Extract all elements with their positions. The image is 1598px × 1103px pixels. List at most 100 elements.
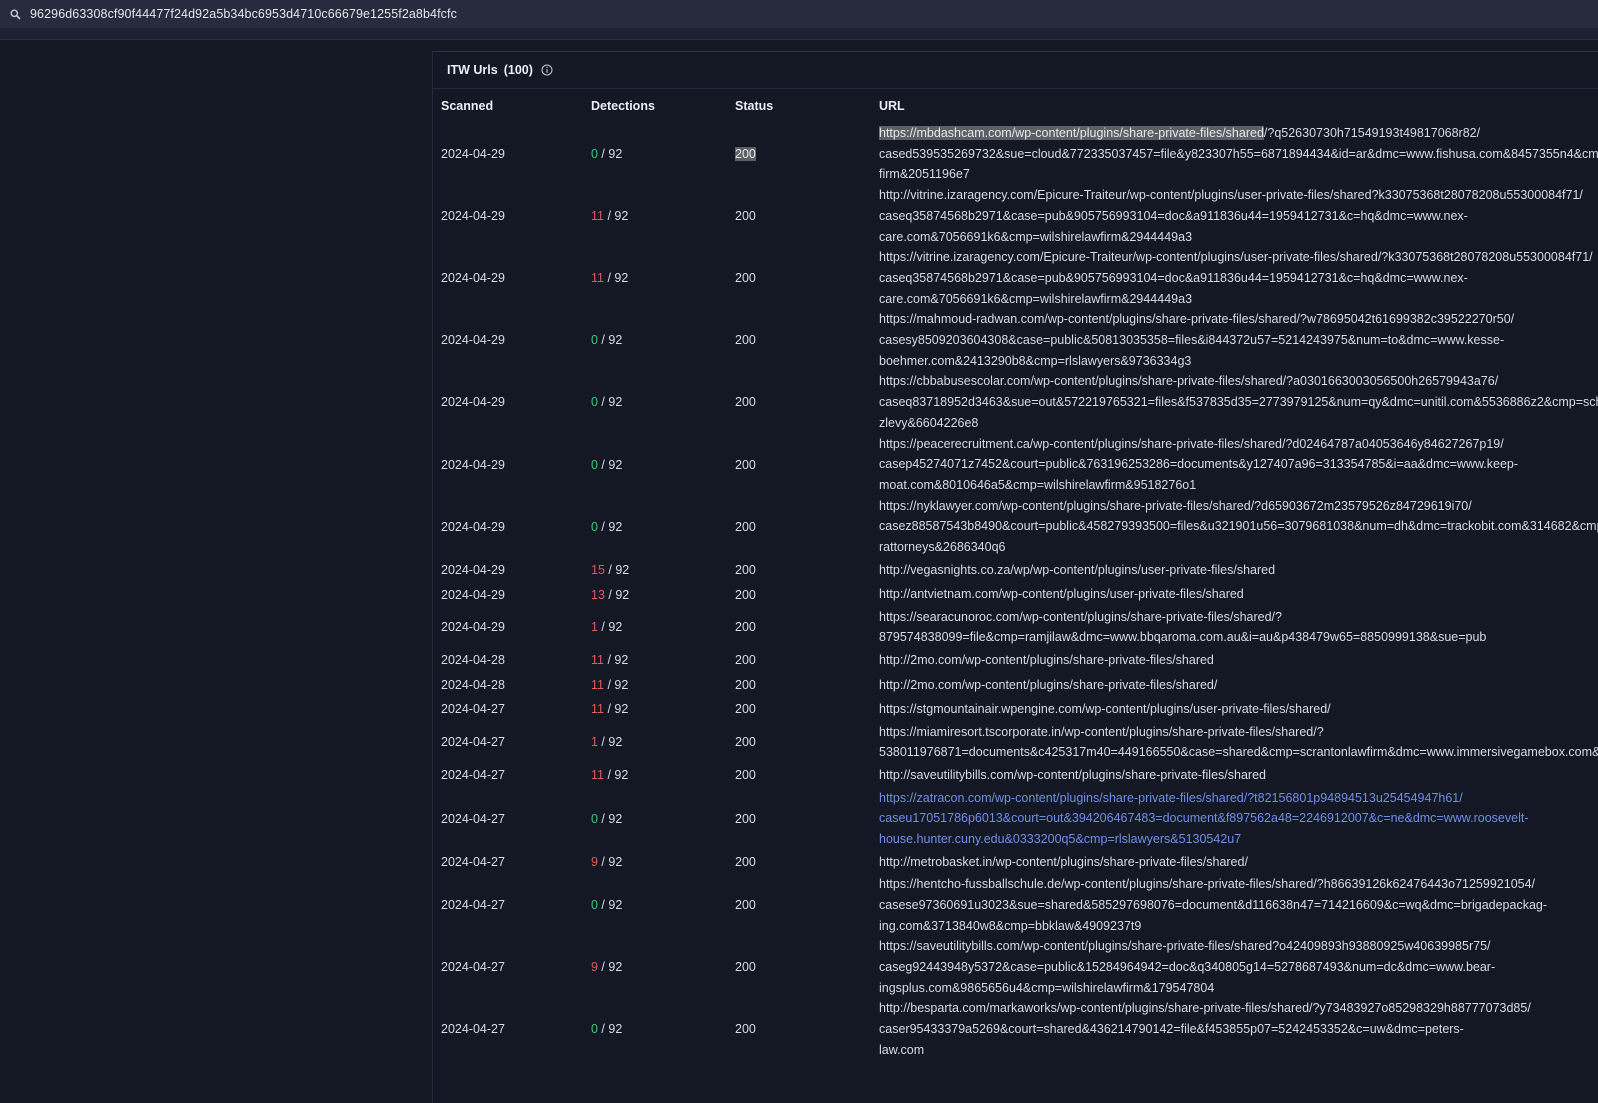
url-text-line[interactable]: http://antvietnam.com/wp-content/plugins… — [879, 584, 1598, 605]
table-row[interactable]: 2024-04-27 11 / 92 200 https://stgmountaina… — [433, 697, 1598, 722]
status-value: 200 — [735, 702, 756, 717]
url-text-line[interactable]: zlevy&6604226e8 — [879, 413, 1598, 434]
url-cell[interactable]: http://antvietnam.com/wp-content/plugins… — [879, 582, 1598, 607]
url-text-line[interactable]: rattorneys&2686340q6 — [879, 537, 1598, 558]
url-text-line[interactable]: https://peacerecruitment.ca/wp-content/p… — [879, 434, 1598, 455]
table-row[interactable]: 2024-04-27 11 / 92 200 http://saveutilitybi… — [433, 763, 1598, 788]
url-text-line[interactable]: firm&2051196e7 — [879, 164, 1598, 185]
table-row[interactable]: 2024-04-29 1 / 92 200 https://searacunoroc.… — [433, 607, 1598, 648]
url-text-line[interactable]: caseg92443948y5372&case=public&152849649… — [879, 957, 1598, 978]
url-text-line[interactable]: caser95433379a5269&court=shared&43621479… — [879, 1019, 1598, 1040]
url-cell[interactable]: http://2mo.com/wp-content/plugins/share-… — [879, 673, 1598, 698]
table-row[interactable]: 2024-04-29 13 / 92 200 http://antvietnam.co… — [433, 582, 1598, 607]
scanned-date: 2024-04-27 — [441, 702, 505, 717]
url-text-line[interactable]: http://2mo.com/wp-content/plugins/share-… — [879, 650, 1598, 671]
url-cell[interactable]: http://besparta.com/markaworks/wp-conten… — [879, 998, 1598, 1060]
url-text-line[interactable]: caseq35874568b2971&case=pub&905756993104… — [879, 206, 1598, 227]
url-text-line[interactable]: https://cbbabusescolar.com/wp-content/pl… — [879, 371, 1598, 392]
url-text-line[interactable]: ing.com&3713840w8&cmp=bbklaw&4909237t9 — [879, 916, 1598, 937]
url-text-line[interactable]: care.com&7056691k6&cmp=wilshirelawfirm&2… — [879, 227, 1598, 248]
detections-cell: 0 / 92 — [591, 874, 735, 936]
url-cell[interactable]: http://2mo.com/wp-content/plugins/share-… — [879, 648, 1598, 673]
url-text-line[interactable]: https://stgmountainair.wpengine.com/wp-c… — [879, 699, 1598, 720]
url-cell[interactable]: http://saveutilitybills.com/wp-content/p… — [879, 763, 1598, 788]
table-row[interactable]: 2024-04-29 11 / 92 200 https://vitrine.izar… — [433, 247, 1598, 309]
url-cell[interactable]: https://mbdashcam.com/wp-content/plugins… — [879, 123, 1598, 185]
url-text-line[interactable]: http://2mo.com/wp-content/plugins/share-… — [879, 675, 1598, 696]
table-row[interactable]: 2024-04-27 9 / 92 200 https://saveutilitybi… — [433, 936, 1598, 998]
url-text-line[interactable]: https://hentcho-fussballschule.de/wp-con… — [879, 874, 1598, 895]
itw-urls-table: Scanned Detections Status URL 2024-04-29… — [433, 89, 1598, 1061]
url-text-line[interactable]: casep45274071z7452&court=public&76319625… — [879, 454, 1598, 475]
info-icon[interactable] — [541, 64, 553, 76]
url-cell[interactable]: https://searacunoroc.com/wp-content/plug… — [879, 607, 1598, 648]
url-cell[interactable]: https://vitrine.izaragency.com/Epicure-T… — [879, 247, 1598, 309]
url-cell[interactable]: https://hentcho-fussballschule.de/wp-con… — [879, 874, 1598, 936]
url-text-line[interactable]: caseu17051786p6013&court=out&39420646748… — [879, 808, 1598, 829]
table-row[interactable]: 2024-04-29 0 / 92 200 https://peacerecruitm… — [433, 434, 1598, 496]
column-header-status[interactable]: Status — [735, 89, 879, 123]
url-text-line[interactable]: https://nyklawyer.com/wp-content/plugins… — [879, 496, 1598, 517]
url-text-line[interactable]: casesy8509203604308&case=public&50813035… — [879, 330, 1598, 351]
url-text-line[interactable]: https://searacunoroc.com/wp-content/plug… — [879, 607, 1598, 628]
url-cell[interactable]: https://miamiresort.tscorporate.in/wp-co… — [879, 722, 1598, 763]
url-text-line[interactable]: house.hunter.cuny.edu&0333200q5&cmp=rlsl… — [879, 829, 1598, 850]
table-row[interactable]: 2024-04-28 11 / 92 200 http://2mo.com/wp-co… — [433, 673, 1598, 698]
url-text-line[interactable]: moat.com&8010646a5&cmp=wilshirelawfirm&9… — [879, 475, 1598, 496]
column-header-detections[interactable]: Detections — [591, 89, 735, 123]
table-row[interactable]: 2024-04-27 0 / 92 200 https://zatracon.com/… — [433, 788, 1598, 850]
url-text-line[interactable]: cased539535269732&sue=cloud&772335037457… — [879, 144, 1598, 165]
url-text-line[interactable]: care.com&7056691k6&cmp=wilshirelawfirm&2… — [879, 289, 1598, 310]
table-row[interactable]: 2024-04-29 11 / 92 200 http://vitrine.izara… — [433, 185, 1598, 247]
table-row[interactable]: 2024-04-29 0 / 92 200 https://nyklawyer.com… — [433, 496, 1598, 558]
url-cell[interactable]: http://vegasnights.co.za/wp/wp-content/p… — [879, 558, 1598, 583]
detections-cell: 0 / 92 — [591, 496, 735, 558]
url-text-line[interactable]: http://vitrine.izaragency.com/Epicure-Tr… — [879, 185, 1598, 206]
url-text-line[interactable]: casez88587543b8490&court=public&45827939… — [879, 516, 1598, 537]
url-text-line[interactable]: boehmer.com&2413290b8&cmp=rlslawyers&973… — [879, 351, 1598, 372]
detections-cell: 0 / 92 — [591, 998, 735, 1060]
table-row[interactable]: 2024-04-29 0 / 92 200 https://mahmoud-radwa… — [433, 309, 1598, 371]
table-row[interactable]: 2024-04-27 9 / 92 200 http://metrobasket.in… — [433, 850, 1598, 875]
table-row[interactable]: 2024-04-29 15 / 92 200 http://vegasnights.c… — [433, 558, 1598, 583]
table-row[interactable]: 2024-04-27 0 / 92 200 http://besparta.com/m… — [433, 998, 1598, 1060]
url-cell[interactable]: https://peacerecruitment.ca/wp-content/p… — [879, 434, 1598, 496]
table-row[interactable]: 2024-04-27 0 / 92 200 https://hentcho-fussb… — [433, 874, 1598, 936]
url-text-line[interactable]: ingsplus.com&9865656u4&cmp=wilshirelawfi… — [879, 978, 1598, 999]
table-row[interactable]: 2024-04-29 0 / 92 200 https://cbbabusescola… — [433, 371, 1598, 433]
url-cell[interactable]: https://cbbabusescolar.com/wp-content/pl… — [879, 371, 1598, 433]
url-text-line[interactable]: law.com — [879, 1040, 1598, 1061]
url-text-line[interactable]: https://vitrine.izaragency.com/Epicure-T… — [879, 247, 1598, 268]
table-row[interactable]: 2024-04-28 11 / 92 200 http://2mo.com/wp-co… — [433, 648, 1598, 673]
detections-count: 9 — [591, 960, 598, 975]
panel-header: ITW Urls (100) — [433, 52, 1598, 89]
search-icon[interactable] — [0, 0, 30, 28]
table-row[interactable]: 2024-04-29 0 / 92 200 https://mbdashcam.com… — [433, 123, 1598, 185]
search-hash-value[interactable]: 96296d63308cf90f44477f24d92a5b34bc6953d4… — [30, 7, 457, 21]
url-text-line[interactable]: casese97360691u3023&sue=shared&585297698… — [879, 895, 1598, 916]
url-text-line[interactable]: https://mbdashcam.com/wp-content/plugins… — [879, 123, 1598, 144]
url-text-line[interactable]: http://vegasnights.co.za/wp/wp-content/p… — [879, 560, 1598, 581]
column-header-scanned[interactable]: Scanned — [433, 89, 591, 123]
url-text-line[interactable]: 538011976871=documents&c425317m40=449166… — [879, 742, 1598, 763]
url-cell[interactable]: https://zatracon.com/wp-content/plugins/… — [879, 788, 1598, 850]
url-cell[interactable]: https://nyklawyer.com/wp-content/plugins… — [879, 496, 1598, 558]
url-cell[interactable]: https://saveutilitybills.com/wp-content/… — [879, 936, 1598, 998]
url-text-line[interactable]: http://metrobasket.in/wp-content/plugins… — [879, 852, 1598, 873]
url-text-line[interactable]: http://saveutilitybills.com/wp-content/p… — [879, 765, 1598, 786]
url-cell[interactable]: https://mahmoud-radwan.com/wp-content/pl… — [879, 309, 1598, 371]
url-cell[interactable]: http://metrobasket.in/wp-content/plugins… — [879, 850, 1598, 875]
table-row[interactable]: 2024-04-27 1 / 92 200 https://miamiresort.t… — [433, 722, 1598, 763]
url-text-line[interactable]: caseq35874568b2971&case=pub&905756993104… — [879, 268, 1598, 289]
url-text-line[interactable]: https://mahmoud-radwan.com/wp-content/pl… — [879, 309, 1598, 330]
url-cell[interactable]: http://vitrine.izaragency.com/Epicure-Tr… — [879, 185, 1598, 247]
search-bar[interactable]: 96296d63308cf90f44477f24d92a5b34bc6953d4… — [0, 0, 1598, 28]
url-cell[interactable]: https://stgmountainair.wpengine.com/wp-c… — [879, 697, 1598, 722]
url-text-line[interactable]: https://miamiresort.tscorporate.in/wp-co… — [879, 722, 1598, 743]
url-text-line[interactable]: https://saveutilitybills.com/wp-content/… — [879, 936, 1598, 957]
url-text-line[interactable]: https://zatracon.com/wp-content/plugins/… — [879, 788, 1598, 809]
url-text-line[interactable]: http://besparta.com/markaworks/wp-conten… — [879, 998, 1598, 1019]
url-text-line[interactable]: 879574838099=file&cmp=ramjilaw&dmc=www.b… — [879, 627, 1598, 648]
url-text-line[interactable]: caseq83718952d3463&sue=out&572219765321=… — [879, 392, 1598, 413]
column-header-url[interactable]: URL — [879, 89, 1598, 123]
